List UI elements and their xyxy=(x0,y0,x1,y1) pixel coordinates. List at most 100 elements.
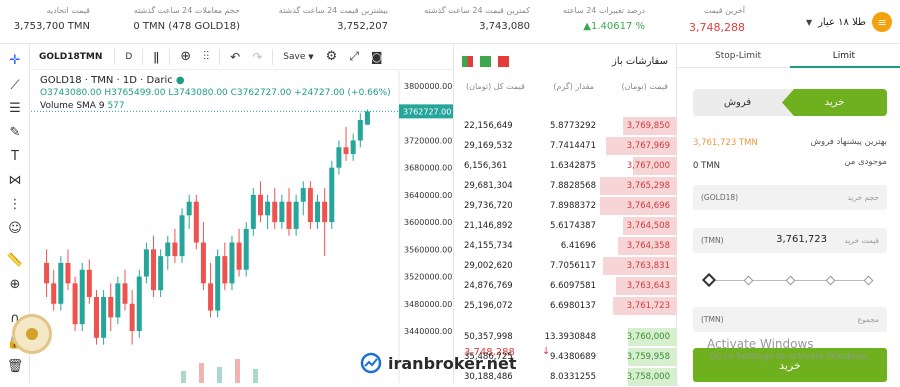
candle-body xyxy=(322,201,328,223)
col-total-header: قیمت کل (تومان) xyxy=(466,82,525,91)
book-bids-icon[interactable] xyxy=(480,56,491,67)
row-amount: 7.8988372 xyxy=(550,201,596,211)
stat-24h-change: درصد تغییرات 24 ساعته ▲1.40617 % xyxy=(563,6,645,32)
row-total: 22,156,649 xyxy=(464,121,513,131)
row-total: 25,196,072 xyxy=(464,301,513,311)
crosshair-icon[interactable]: ✛ xyxy=(6,51,24,69)
trade-form: Limit Stop-Limit فروش خرید بهترین پیشنها… xyxy=(677,44,900,383)
zoom-in-icon[interactable]: ⊕ xyxy=(6,275,24,293)
tab-limit[interactable]: Limit xyxy=(833,51,855,61)
candle-body xyxy=(272,201,278,223)
volume-label: Volume SMA 9 xyxy=(40,101,105,111)
row-price: 3,761,723 xyxy=(626,301,670,311)
slider-step[interactable] xyxy=(785,275,796,286)
candle-body xyxy=(65,262,71,284)
camera-icon[interactable]: ◙ xyxy=(365,50,389,64)
order-book-row[interactable]: 3,763,831 7.7056117 29,002,620 xyxy=(454,256,678,276)
ruler-icon[interactable]: 📏 xyxy=(6,251,24,269)
slider-handle[interactable] xyxy=(701,272,717,288)
add-indicator-icon[interactable]: ⊕ xyxy=(174,49,197,64)
stat-24h-high: بیشترین قیمت 24 ساعت گذشته 3,752,207 xyxy=(278,6,388,32)
slider-step[interactable] xyxy=(825,275,836,286)
total-input[interactable]: مجموع (TMN) xyxy=(693,307,887,332)
volume-input[interactable]: حجم خرید (GOLD18) xyxy=(693,185,887,210)
emoji-icon[interactable]: ☺ xyxy=(6,219,24,237)
divider xyxy=(142,48,144,65)
symbol-search[interactable]: GOLD18TMN xyxy=(31,52,110,62)
stat-24h-volume: حجم معاملات 24 ساعت گذشته 0 TMN (478 GOL… xyxy=(133,6,240,32)
candle-body xyxy=(44,262,50,284)
row-amount: 6.6097581 xyxy=(550,281,596,291)
order-book-row[interactable]: 3,767,000 1.6342875 6,156,361 xyxy=(454,156,678,176)
fullscreen-icon[interactable]: ⤢ xyxy=(343,49,365,64)
floating-widget-icon[interactable] xyxy=(12,314,52,354)
candle-body xyxy=(51,283,57,304)
undo-icon[interactable]: ↶ xyxy=(224,50,246,64)
order-book-row[interactable]: 3,764,358 6.41696 24,155,734 xyxy=(454,236,678,256)
order-book-row[interactable]: 3,763,643 6.6097581 24,876,769 xyxy=(454,276,678,296)
interval-button[interactable]: D xyxy=(119,52,138,62)
candle-body xyxy=(58,262,64,304)
volume-unit: (GOLD18) xyxy=(701,193,739,202)
volume-bar xyxy=(253,369,258,383)
candle-body xyxy=(279,201,285,223)
redo-icon[interactable]: ↷ xyxy=(246,50,268,64)
fib-levels-icon[interactable]: ☰ xyxy=(6,99,24,117)
order-book-title: سفارشات باز xyxy=(612,56,668,67)
candle-body xyxy=(222,256,228,284)
row-amount: 6.41696 xyxy=(560,241,596,251)
candle-body xyxy=(250,194,256,229)
slider-step[interactable] xyxy=(743,275,754,286)
candle-body xyxy=(357,120,363,141)
tab-stop-limit[interactable]: Stop-Limit xyxy=(715,51,761,61)
candle-body xyxy=(172,242,178,257)
book-both-icon[interactable] xyxy=(462,56,473,67)
last-price-tag-label: 3762727.00 xyxy=(403,107,451,116)
candle-body xyxy=(158,256,164,291)
pattern-icon[interactable]: ⋈ xyxy=(6,171,24,189)
pair-selector[interactable]: ≡ طلا ۱۸ عیار ▼ xyxy=(806,12,892,32)
y-tick-label: 3800000.00 xyxy=(404,82,452,91)
candle-body xyxy=(93,296,99,338)
prediction-icon[interactable]: ⋮ xyxy=(6,195,24,213)
order-book-row[interactable]: 3,765,298 7.8828568 29,681,304 xyxy=(454,176,678,196)
candle-body xyxy=(79,269,85,325)
slider-step[interactable] xyxy=(863,275,874,286)
order-book-row[interactable]: 3,769,850 5.8773292 22,156,649 xyxy=(454,116,678,136)
candle-body xyxy=(193,201,199,243)
candle-body xyxy=(165,242,171,257)
candle-body xyxy=(236,242,242,270)
book-asks-icon[interactable] xyxy=(498,56,509,67)
candle-body xyxy=(315,201,321,223)
brush-icon[interactable]: ✎ xyxy=(6,123,24,141)
volume-bar xyxy=(199,363,204,383)
price-input[interactable]: قیمت خرید (TMN) 3,761,723 xyxy=(693,228,887,253)
text-tool-icon[interactable]: T xyxy=(6,147,24,165)
price-chart[interactable]: 3800000.003760000.003720000.003680000.00… xyxy=(31,71,453,383)
row-amount: 13.3930848 xyxy=(544,332,596,342)
y-tick-label: 3640000.00 xyxy=(404,191,452,200)
order-book-row[interactable]: 3,761,723 6.6980137 25,196,072 xyxy=(454,296,678,316)
buy-toggle[interactable]: خرید xyxy=(782,89,887,116)
trend-line-icon[interactable]: ⟋ xyxy=(6,76,24,94)
order-book-row[interactable]: 3,760,000 13.3930848 50,357,998 xyxy=(454,327,678,347)
candle-type-icon[interactable]: ǁ xyxy=(147,50,165,64)
sell-toggle[interactable]: فروش xyxy=(693,89,782,116)
amount-slider[interactable] xyxy=(701,272,875,288)
row-total: 29,681,304 xyxy=(464,181,513,191)
save-button[interactable]: Save ▼ xyxy=(277,52,319,62)
order-book-row[interactable]: 3,764,696 7.8988372 29,736,720 xyxy=(454,196,678,216)
order-book-row[interactable]: 3,767,969 7.7414471 29,169,532 xyxy=(454,136,678,156)
candle-body xyxy=(336,147,342,168)
total-unit: (TMN) xyxy=(701,315,724,324)
order-type-tabs: Limit Stop-Limit xyxy=(677,44,900,68)
settings-gear-icon[interactable]: ⚙ xyxy=(320,49,344,64)
candle-body xyxy=(243,228,249,270)
candle-body xyxy=(215,256,221,311)
trash-icon[interactable]: 🗑 xyxy=(6,357,24,375)
chevron-down-icon[interactable]: ▼ xyxy=(806,18,812,27)
indicators-icon[interactable]: ⫶⫶ xyxy=(197,49,215,64)
y-tick-label: 3560000.00 xyxy=(404,245,452,254)
candle-body xyxy=(257,194,263,216)
order-book-row[interactable]: 3,764,508 5.6174387 21,146,892 xyxy=(454,216,678,236)
